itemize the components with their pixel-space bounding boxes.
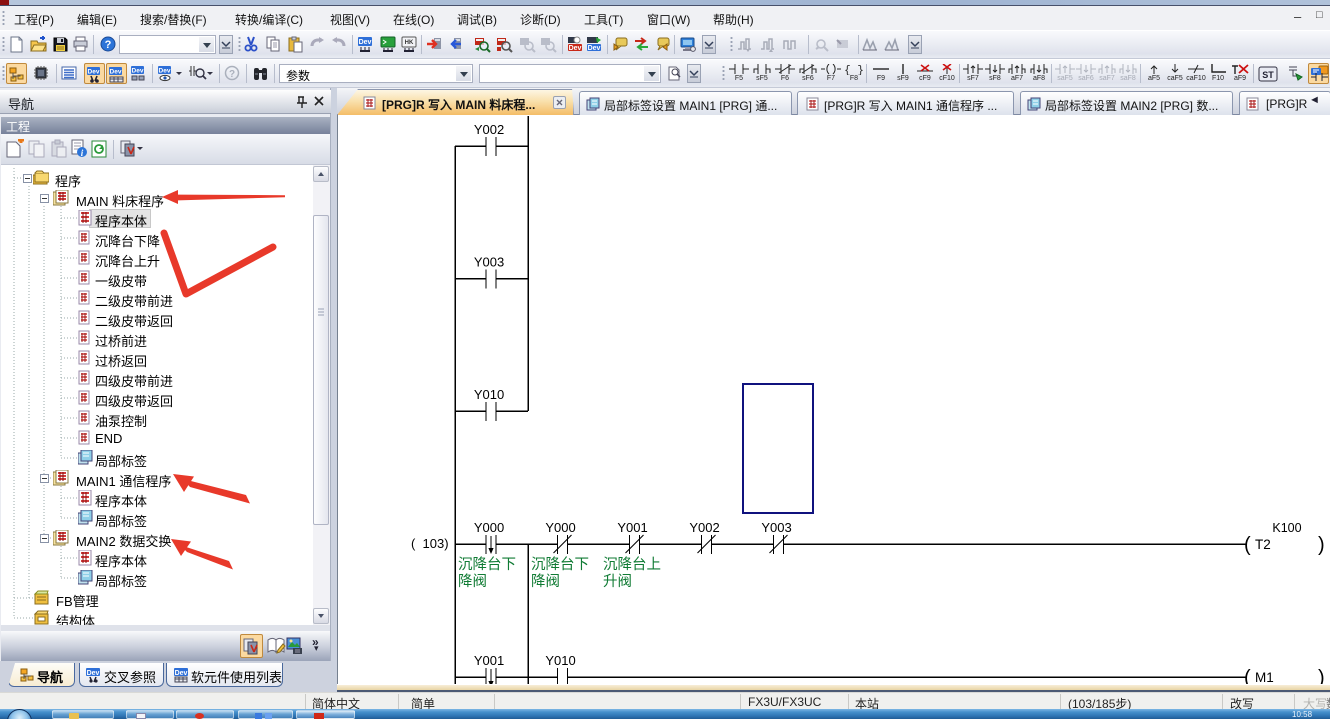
svg-text:T2: T2 [1255,537,1271,552]
svg-text:Dev: Dev [132,68,144,75]
svg-text:Dev: Dev [110,69,122,76]
svg-text:Dev: Dev [588,45,601,52]
svg-text:Dev: Dev [569,45,582,52]
svg-text:ST: ST [1262,70,1274,80]
svg-text:Y001: Y001 [474,653,504,668]
svg-text:( 103): ( 103) [411,536,449,551]
svg-text:(: ( [1244,534,1251,556]
svg-text:M1: M1 [1255,670,1274,684]
svg-text:Y010: Y010 [545,653,575,668]
svg-text:降阀: 降阀 [531,573,560,590]
svg-text:Dev: Dev [359,39,372,46]
svg-text:降阀: 降阀 [458,573,487,590]
svg-text:Y002: Y002 [689,520,719,535]
svg-text:Y003: Y003 [761,520,791,535]
svg-text:Dev: Dev [175,670,188,677]
svg-text:沉降台下: 沉降台下 [458,556,516,573]
svg-text:Y000: Y000 [545,520,575,535]
svg-text:Y002: Y002 [474,122,504,137]
svg-text:Dev: Dev [87,670,100,677]
svg-text:Y001: Y001 [617,520,647,535]
svg-text:K100: K100 [1272,521,1301,535]
svg-text:Dev: Dev [88,69,100,76]
svg-text:?: ? [229,69,235,80]
svg-text:): ) [1318,534,1325,556]
svg-text:HK: HK [405,40,414,46]
svg-text:?: ? [105,39,112,51]
svg-text:Y000: Y000 [474,520,504,535]
svg-text:沉降台上: 沉降台上 [603,556,661,573]
svg-text:{ }: { } [844,65,864,75]
svg-text:): ) [1318,667,1325,684]
svg-text:Y010: Y010 [474,387,504,402]
svg-text:(: ( [1244,667,1251,684]
svg-text:Dev: Dev [159,68,171,75]
svg-text:Y003: Y003 [474,255,504,270]
svg-text:沉降台下: 沉降台下 [531,556,589,573]
svg-text:升阀: 升阀 [603,573,632,590]
